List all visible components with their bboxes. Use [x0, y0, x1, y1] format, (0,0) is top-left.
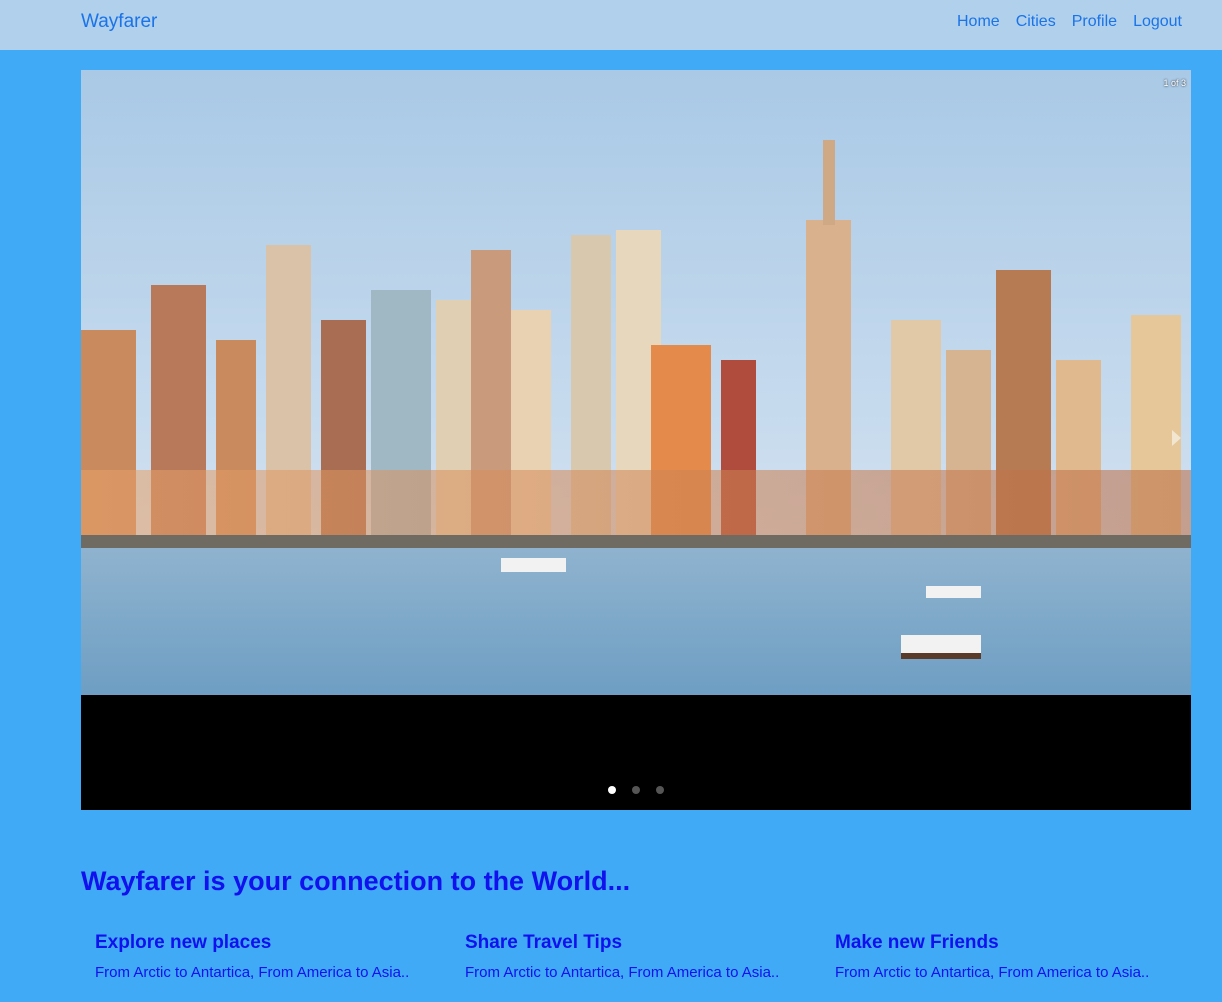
brand-link[interactable]: Wayfarer: [81, 11, 157, 33]
slide-counter: 1 of 3: [1163, 78, 1186, 88]
nav-link-profile[interactable]: Profile: [1072, 13, 1117, 31]
city-skyline-photo: [81, 70, 1191, 695]
image-carousel[interactable]: 1 of 3: [81, 70, 1191, 810]
feature-make-friends: Make new Friends From Arctic to Antartic…: [835, 932, 1185, 981]
feature-title: Make new Friends: [835, 932, 999, 953]
feature-explore: Explore new places From Arctic to Antart…: [95, 932, 445, 981]
navbar: Wayfarer Home Cities Profile Logout: [0, 0, 1222, 50]
feature-title: Explore new places: [95, 932, 272, 953]
carousel-indicator-2[interactable]: [632, 786, 640, 794]
carousel-indicator-1[interactable]: [608, 786, 616, 794]
feature-title: Share Travel Tips: [465, 932, 623, 953]
nav-link-cities[interactable]: Cities: [1016, 13, 1056, 31]
feature-text: From Arctic to Antartica, From America t…: [95, 964, 410, 981]
feature-text: From Arctic to Antartica, From America t…: [835, 964, 1150, 981]
page-tagline: Wayfarer is your connection to the World…: [81, 866, 631, 896]
carousel-indicator-3[interactable]: [656, 786, 664, 794]
carousel-indicators: [81, 786, 1191, 794]
feature-share-tips: Share Travel Tips From Arctic to Antarti…: [465, 932, 815, 981]
feature-text: From Arctic to Antartica, From America t…: [465, 964, 780, 981]
nav-link-logout[interactable]: Logout: [1133, 13, 1182, 31]
nav-links: Home Cities Profile Logout: [957, 13, 1182, 31]
nav-link-home[interactable]: Home: [957, 13, 1000, 31]
next-arrow-icon[interactable]: [1172, 430, 1181, 446]
